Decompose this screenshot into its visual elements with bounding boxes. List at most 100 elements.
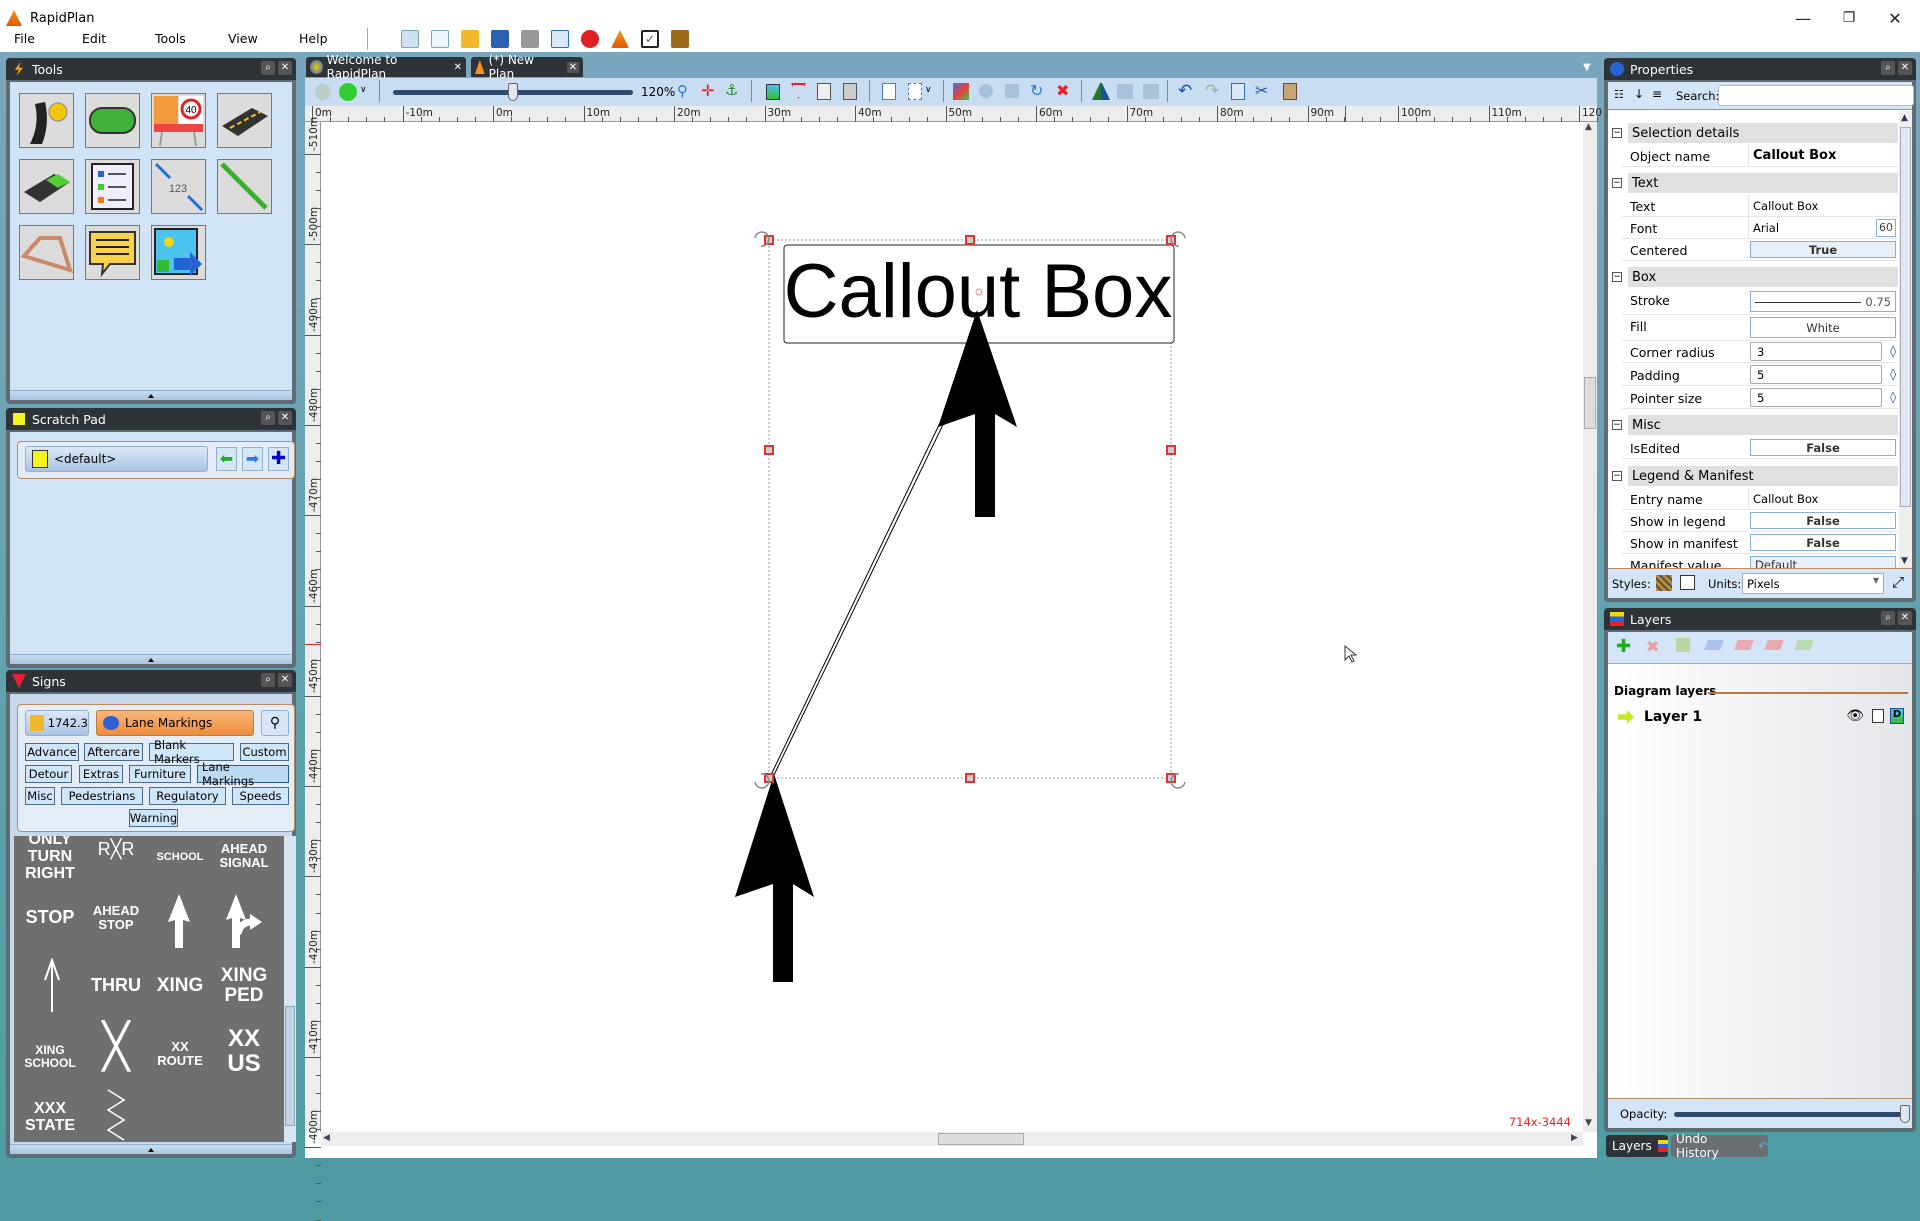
row-centered[interactable]: Centered True [1622,239,1898,261]
compass-icon[interactable]: ⚓ [725,81,738,99]
properties-scrollbar[interactable]: ▲ ▼ [1899,111,1912,568]
globe-icon[interactable] [315,84,331,100]
manifest-value-dropdown[interactable]: Default [1750,556,1896,568]
export-icon[interactable] [551,30,569,48]
row-isedited[interactable]: IsEdited False [1622,437,1898,459]
marking-straight-right-arrow[interactable] [224,892,264,950]
category-misc[interactable]: − Misc [1612,415,1898,435]
show-in-legend-toggle[interactable]: False [1750,512,1896,529]
entry-name-value[interactable]: Callout Box [1748,488,1898,509]
category-extras[interactable]: Extras [79,765,123,783]
spinner-icon[interactable]: ◊ [1890,367,1896,381]
measure-tool-button[interactable]: 123 [151,159,206,214]
category-speeds[interactable]: Speeds [232,787,289,805]
opacity-slider-thumb[interactable] [1900,1105,1910,1123]
marking-xing-school[interactable]: XING SCHOOL [18,1044,82,1069]
menu-help[interactable]: Help [299,31,328,46]
flip-icon[interactable] [1092,83,1110,100]
category-legend-manifest[interactable]: − Legend & Manifest [1612,466,1898,486]
rapidplan-cone-icon[interactable] [611,30,629,48]
panel-close-icon[interactable]: ✕ [1898,61,1912,75]
sort-icon[interactable]: ↓ [1634,87,1644,101]
legend-icon[interactable] [817,83,831,100]
new-wizard-icon[interactable] [401,30,419,48]
tab-close-icon[interactable]: ✕ [566,61,579,73]
background-image-icon[interactable] [766,84,780,100]
category-misc[interactable]: Misc [25,787,55,805]
road-tool-button[interactable] [19,93,74,148]
categorized-icon[interactable]: ☷ [1614,88,1624,101]
undo-icon[interactable]: ↶ [1178,81,1192,101]
tab-undo-history[interactable]: Undo History ↶ [1671,1132,1768,1160]
yield-filter-icon[interactable] [791,83,806,99]
spinner-icon[interactable]: ◊ [1890,344,1896,358]
next-arrow-button[interactable]: ➡ [242,447,263,471]
marking-rxr[interactable]: R╳R [84,840,148,859]
scroll-left-icon[interactable]: ◀ [323,1133,330,1143]
category-box[interactable]: − Box [1612,267,1898,287]
signs-scrollbar[interactable] [284,836,296,1142]
default-layer-icon[interactable]: D [1890,708,1904,724]
tools-resize-grip[interactable] [10,390,292,400]
add-layer-icon[interactable]: ✚ [1616,636,1631,657]
save-icon[interactable] [491,30,509,48]
scroll-down-icon[interactable]: ▼ [1585,1118,1592,1128]
centered-toggle[interactable]: True [1750,241,1896,258]
spinner-icon[interactable]: ◊ [1890,390,1896,404]
properties-scroll-thumb[interactable] [1900,127,1911,507]
save-style-icon[interactable] [1680,575,1695,590]
exit-door-icon[interactable] [671,30,689,48]
marking-school[interactable]: SCHOOL [148,851,212,864]
eye-icon[interactable]: 👁 [1846,708,1864,724]
category-blank-markers[interactable]: Blank Markers [149,738,234,766]
category-advance[interactable]: Advance [25,743,79,761]
menu-file[interactable]: File [14,31,35,46]
manifest-icon[interactable] [843,83,857,100]
legend-tool-button[interactable] [85,159,140,214]
category-detour[interactable]: Detour [25,765,72,783]
line-tool-button[interactable] [217,159,272,214]
row-show-in-manifest[interactable]: Show in manifest False [1622,532,1898,554]
callout-tool-button[interactable] [85,225,140,280]
menu-view[interactable]: View [228,31,258,46]
menu-tools[interactable]: Tools [155,31,186,46]
row-font[interactable]: Font Arial 60 [1622,217,1898,239]
layer-row[interactable]: Layer 1 👁 D [1614,706,1908,730]
road-segment-tool-button[interactable] [217,93,272,148]
tab-layers[interactable]: Layers [1606,1135,1668,1157]
marking-xx-us[interactable]: XX US [212,1026,276,1077]
horizontal-scroll-thumb[interactable] [938,1133,1024,1145]
scratch-pad-selector[interactable]: <default> [25,446,208,472]
panel-close-icon[interactable]: ✕ [278,411,292,425]
marking-zigzag[interactable] [104,1088,128,1142]
row-pointer-size[interactable]: Pointer size 5 ◊ [1622,387,1898,409]
font-size-input[interactable]: 60 [1876,219,1896,237]
text-value[interactable]: Callout Box [1748,195,1898,216]
row-entry-name[interactable]: Entry name Callout Box [1622,488,1898,510]
scroll-up-icon[interactable]: ▲ [1901,113,1908,123]
panel-close-icon[interactable]: ✕ [278,61,292,75]
vertical-scroll-thumb[interactable] [1584,377,1596,429]
category-text[interactable]: − Text [1612,173,1898,193]
category-warning[interactable]: Warning [129,809,178,827]
layer-visibility-icon[interactable] [339,83,357,101]
units-dropdown[interactable]: Pixels ▼ [1742,573,1884,594]
page-icon[interactable] [882,83,896,100]
pointer-size-input[interactable]: 5 [1750,388,1882,407]
shape-tool-button[interactable] [85,93,140,148]
scroll-right-icon[interactable]: ▶ [1571,1133,1578,1143]
lane-area-tool-button[interactable] [19,159,74,214]
canvas-vertical-scrollbar[interactable]: ▲ ▼ [1583,122,1597,1132]
layer-name[interactable]: Layer 1 [1644,709,1702,725]
marking-xing[interactable]: XING [148,976,212,996]
open-folder-icon[interactable] [461,30,479,48]
add-button[interactable]: ✚ [268,447,289,471]
row-manifest-value[interactable]: Manifest value Default [1622,554,1898,568]
zoom-slider-thumb[interactable] [508,83,518,101]
image-tool-button[interactable] [151,225,206,280]
marking-stop[interactable]: STOP [18,908,82,927]
row-corner-radius[interactable]: Corner radius 3 ◊ [1622,341,1898,363]
canvas-horizontal-scrollbar[interactable]: ◀ ▶ [321,1132,1583,1146]
paste-icon[interactable] [1283,83,1297,100]
zoom-slider[interactable] [393,83,633,101]
